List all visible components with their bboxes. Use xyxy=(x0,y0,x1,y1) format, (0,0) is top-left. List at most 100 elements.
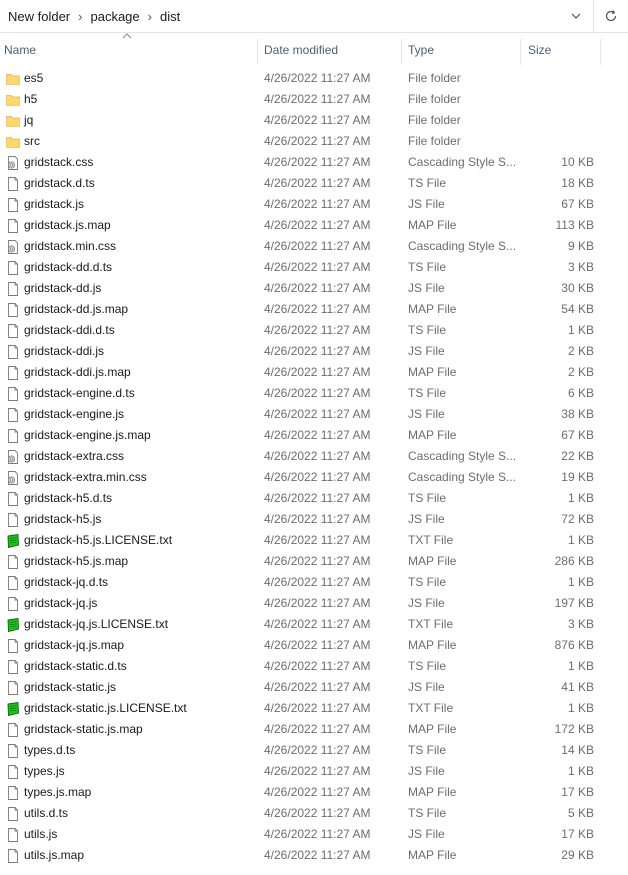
file-type: TS File xyxy=(408,575,447,589)
column-header-size[interactable]: Size xyxy=(528,33,598,67)
file-row[interactable]: utils.d.ts 4/26/2022 11:27 AM TS File 5 KB xyxy=(0,803,628,824)
chevron-right-icon[interactable]: › xyxy=(72,9,88,24)
file-name[interactable]: gridstack-dd.js.map xyxy=(24,299,128,320)
file-name[interactable]: gridstack-extra.css xyxy=(24,446,124,467)
file-name[interactable]: utils.js xyxy=(24,824,57,845)
file-name[interactable]: gridstack-engine.d.ts xyxy=(24,383,135,404)
file-row[interactable]: jq 4/26/2022 11:27 AM File folder xyxy=(0,110,628,131)
file-name[interactable]: gridstack-static.js.LICENSE.txt xyxy=(24,698,187,719)
file-row[interactable]: gridstack-ddi.js.map 4/26/2022 11:27 AM MA… xyxy=(0,362,628,383)
file-name[interactable]: gridstack-h5.js.map xyxy=(24,551,128,572)
file-name[interactable]: es5 xyxy=(24,68,43,89)
file-row[interactable]: gridstack.d.ts 4/26/2022 11:27 AM TS File 1… xyxy=(0,173,628,194)
breadcrumb-item-package[interactable]: package xyxy=(88,9,141,24)
file-row[interactable]: src 4/26/2022 11:27 AM File folder xyxy=(0,131,628,152)
file-row[interactable]: gridstack-jq.js.map 4/26/2022 11:27 AM MAP… xyxy=(0,635,628,656)
file-row[interactable]: gridstack-jq.d.ts 4/26/2022 11:27 AM TS Fi… xyxy=(0,572,628,593)
file-name[interactable]: gridstack-ddi.js.map xyxy=(24,362,131,383)
file-row[interactable]: gridstack-jq.js 4/26/2022 11:27 AM JS File… xyxy=(0,593,628,614)
file-row[interactable]: gridstack-static.js 4/26/2022 11:27 AM JS … xyxy=(0,677,628,698)
file-name[interactable]: h5 xyxy=(24,89,37,110)
file-name[interactable]: gridstack.d.ts xyxy=(24,173,95,194)
file-name[interactable]: utils.js.map xyxy=(24,845,84,866)
column-header-name[interactable]: Name xyxy=(4,33,256,67)
file-name[interactable]: gridstack-jq.d.ts xyxy=(24,572,108,593)
file-row[interactable]: gridstack.css 4/26/2022 11:27 AM Cascading… xyxy=(0,152,628,173)
file-name[interactable]: utils.d.ts xyxy=(24,803,68,824)
file-row[interactable]: es5 4/26/2022 11:27 AM File folder xyxy=(0,68,628,89)
file-row[interactable]: gridstack-static.js.map 4/26/2022 11:27 A… xyxy=(0,719,628,740)
file-row[interactable]: types.js.map 4/26/2022 11:27 AM MAP File 17… xyxy=(0,782,628,803)
file-row[interactable]: gridstack-dd.d.ts 4/26/2022 11:27 AM TS Fi… xyxy=(0,257,628,278)
file-size: 67 KB xyxy=(561,428,594,442)
file-name[interactable]: jq xyxy=(24,110,33,131)
file-type: TS File xyxy=(408,260,447,274)
file-name[interactable]: gridstack-jq.js.LICENSE.txt xyxy=(24,614,168,635)
file-row[interactable]: gridstack-ddi.js 4/26/2022 11:27 AM JS Fil… xyxy=(0,341,628,362)
file-type: MAP File xyxy=(408,428,457,442)
file-row[interactable]: gridstack-h5.js 4/26/2022 11:27 AM JS File… xyxy=(0,509,628,530)
file-row[interactable]: gridstack-engine.d.ts 4/26/2022 11:27 AM T… xyxy=(0,383,628,404)
file-name[interactable]: gridstack-engine.js.map xyxy=(24,425,151,446)
file-name[interactable]: gridstack.js.map xyxy=(24,215,111,236)
file-date-modified: 4/26/2022 11:27 AM xyxy=(264,218,371,232)
file-row[interactable]: gridstack-h5.d.ts 4/26/2022 11:27 AM TS Fi… xyxy=(0,488,628,509)
address-bar[interactable]: New folder › package › dist xyxy=(0,0,628,33)
file-name[interactable]: gridstack.min.css xyxy=(24,236,116,257)
file-name[interactable]: types.js xyxy=(24,761,65,782)
column-header-row: Name Date modified Type Size xyxy=(0,33,628,67)
file-row[interactable]: gridstack-ddi.d.ts 4/26/2022 11:27 AM TS F… xyxy=(0,320,628,341)
file-row[interactable]: gridstack-extra.css 4/26/2022 11:27 AM Cas… xyxy=(0,446,628,467)
file-name[interactable]: src xyxy=(24,131,40,152)
file-row[interactable]: gridstack.js 4/26/2022 11:27 AM JS File 67 … xyxy=(0,194,628,215)
file-row[interactable]: gridstack-h5.js.map 4/26/2022 11:27 AM MAP… xyxy=(0,551,628,572)
file-name[interactable]: gridstack-static.js.map xyxy=(24,719,143,740)
breadcrumb-item-new-folder[interactable]: New folder xyxy=(6,9,72,24)
file-row[interactable]: gridstack-dd.js 4/26/2022 11:27 AM JS File… xyxy=(0,278,628,299)
column-header-type[interactable]: Type xyxy=(408,33,518,67)
file-row[interactable]: gridstack-engine.js 4/26/2022 11:27 AM JS … xyxy=(0,404,628,425)
file-name[interactable]: gridstack-h5.d.ts xyxy=(24,488,112,509)
column-header-date[interactable]: Date modified xyxy=(264,33,400,67)
file-row[interactable]: gridstack-static.js.LICENSE.txt 4/26/2022… xyxy=(0,698,628,719)
file-name[interactable]: types.d.ts xyxy=(24,740,75,761)
file-row[interactable]: h5 4/26/2022 11:27 AM File folder xyxy=(0,89,628,110)
file-name[interactable]: gridstack-static.js xyxy=(24,677,116,698)
file-name[interactable]: gridstack.js xyxy=(24,194,84,215)
file-row[interactable]: gridstack-dd.js.map 4/26/2022 11:27 AM MAP… xyxy=(0,299,628,320)
file-row[interactable]: gridstack-engine.js.map 4/26/2022 11:27 A… xyxy=(0,425,628,446)
file-name[interactable]: gridstack-extra.min.css xyxy=(24,467,147,488)
file-name[interactable]: gridstack-ddi.d.ts xyxy=(24,320,115,341)
file-name[interactable]: gridstack-dd.d.ts xyxy=(24,257,112,278)
file-row[interactable]: gridstack-static.d.ts 4/26/2022 11:27 AM T… xyxy=(0,656,628,677)
file-row[interactable]: types.d.ts 4/26/2022 11:27 AM TS File 14 KB xyxy=(0,740,628,761)
column-divider[interactable] xyxy=(401,39,402,65)
column-divider[interactable] xyxy=(600,39,601,65)
file-row[interactable]: gridstack-h5.js.LICENSE.txt 4/26/2022 11:… xyxy=(0,530,628,551)
file-name[interactable]: gridstack-dd.js xyxy=(24,278,101,299)
file-row[interactable]: gridstack-extra.min.css 4/26/2022 11:27 A… xyxy=(0,467,628,488)
file-name[interactable]: gridstack.css xyxy=(24,152,93,173)
file-row[interactable]: gridstack.js.map 4/26/2022 11:27 AM MAP Fi… xyxy=(0,215,628,236)
file-name[interactable]: gridstack-ddi.js xyxy=(24,341,104,362)
column-divider[interactable] xyxy=(520,39,521,65)
column-divider[interactable] xyxy=(257,39,258,65)
file-row[interactable]: utils.js.map 4/26/2022 11:27 AM MAP File 29… xyxy=(0,845,628,866)
file-row[interactable]: gridstack-jq.js.LICENSE.txt 4/26/2022 11:… xyxy=(0,614,628,635)
css-file-icon xyxy=(5,155,21,171)
file-name[interactable]: types.js.map xyxy=(24,782,91,803)
file-date-modified: 4/26/2022 11:27 AM xyxy=(264,848,371,862)
file-name[interactable]: gridstack-h5.js xyxy=(24,509,101,530)
file-name[interactable]: gridstack-jq.js xyxy=(24,593,97,614)
file-name[interactable]: gridstack-h5.js.LICENSE.txt xyxy=(24,530,172,551)
chevron-down-icon[interactable] xyxy=(566,0,586,32)
file-row[interactable]: utils.js 4/26/2022 11:27 AM JS File 17 KB xyxy=(0,824,628,845)
refresh-icon[interactable] xyxy=(593,0,628,32)
file-name[interactable]: gridstack-engine.js xyxy=(24,404,124,425)
file-name[interactable]: gridstack-jq.js.map xyxy=(24,635,124,656)
breadcrumb-item-dist[interactable]: dist xyxy=(158,9,182,24)
file-row[interactable]: types.js 4/26/2022 11:27 AM JS File 1 KB xyxy=(0,761,628,782)
chevron-right-icon[interactable]: › xyxy=(142,9,158,24)
file-name[interactable]: gridstack-static.d.ts xyxy=(24,656,127,677)
file-row[interactable]: gridstack.min.css 4/26/2022 11:27 AM Casca… xyxy=(0,236,628,257)
